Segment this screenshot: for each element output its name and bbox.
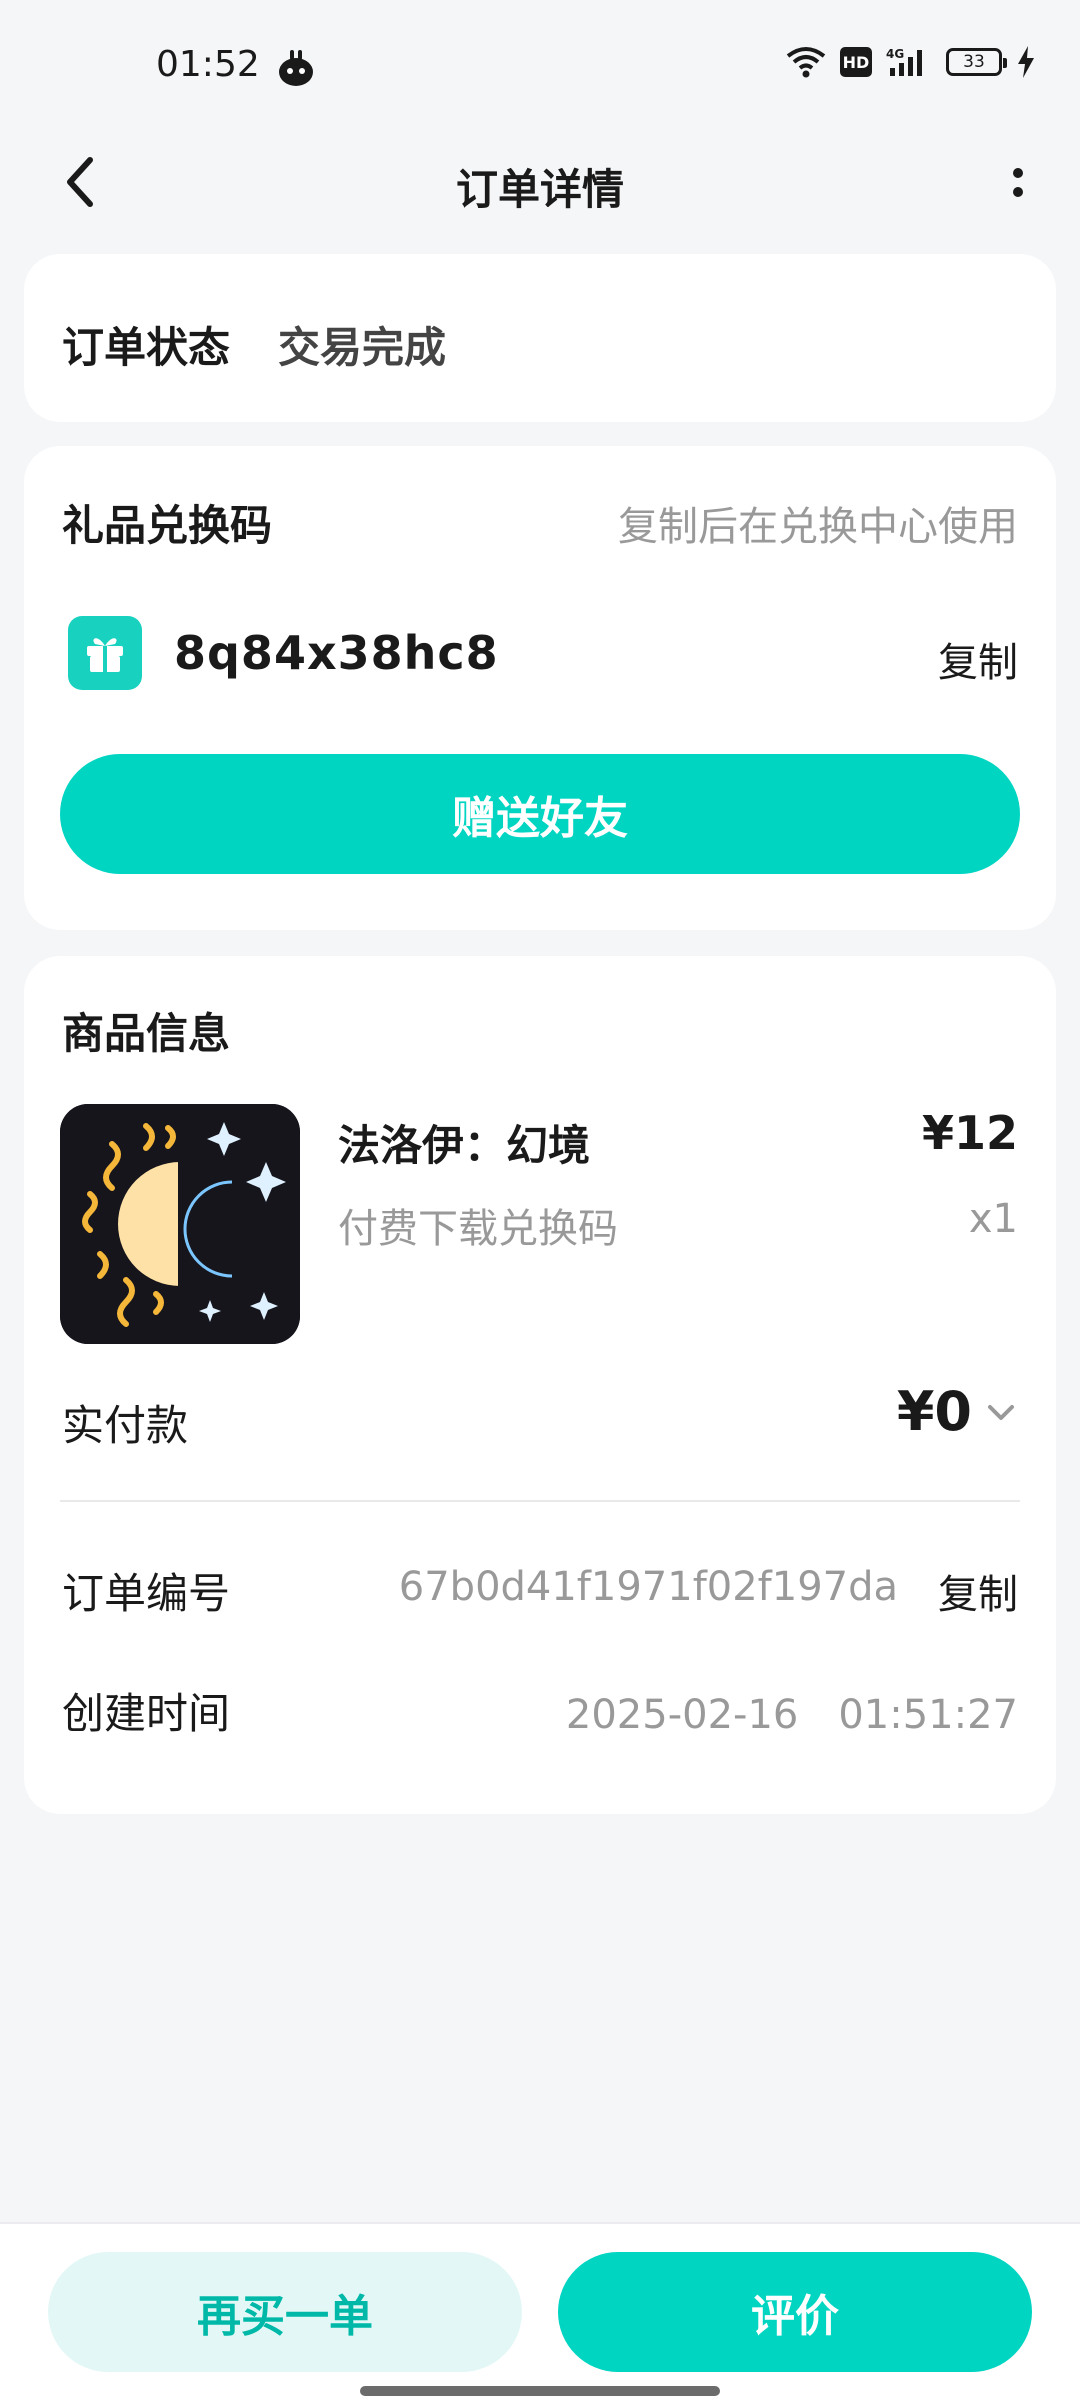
order-detail-screen: 01:52 HD 4G 33 订单详情 订单状态 交易完成 礼品兑换码 复制后在… [0, 0, 1080, 2400]
battery-level: 33 [963, 52, 985, 72]
notification-app-icon [279, 50, 313, 86]
hd-icon: HD [840, 47, 872, 77]
page-title: 订单详情 [455, 165, 624, 214]
section-divider [60, 1500, 1020, 1502]
review-button[interactable]: 评价 [558, 2252, 1032, 2372]
order-number-value: 67b0d41f1971f02f197da [398, 1564, 898, 1610]
paid-amount-value: ¥0 [896, 1380, 972, 1443]
order-status-label: 订单状态 [62, 323, 231, 372]
nav-bar: 订单详情 [0, 130, 1080, 234]
product-name[interactable]: 法洛伊：幻境 [338, 1112, 590, 1173]
home-indicator[interactable] [360, 2386, 720, 2396]
status-icons: HD 4G 33 [786, 46, 1036, 78]
more-menu-button[interactable] [986, 150, 1050, 214]
gift-to-friend-button[interactable]: 赠送好友 [60, 754, 1020, 874]
gift-code-value: 8q84x38hc8 [174, 626, 499, 680]
bottom-action-bar: 再买一单 评价 [0, 2222, 1080, 2400]
order-status-card: 订单状态 交易完成 [24, 254, 1056, 422]
paid-amount-toggle[interactable]: ¥0 [897, 1380, 1018, 1443]
created-time-label: 创建时间 [62, 1689, 231, 1738]
sun-moon-artwork-icon [60, 1104, 300, 1344]
copy-order-number-button[interactable]: 复制 [938, 1562, 1018, 1620]
product-info-card: 商品信息 法洛伊：幻境 付费下载兑换码 ¥12 x1 实付款 ¥0 订单编号 6… [24, 956, 1056, 1814]
status-time: 01:52 [156, 44, 260, 85]
gift-code-title: 礼品兑换码 [62, 501, 273, 550]
svg-text:4G: 4G [886, 47, 904, 61]
paid-amount-label: 实付款 [62, 1401, 189, 1450]
product-price: ¥12 [921, 1106, 1018, 1160]
wifi-icon [786, 47, 826, 78]
status-bar: 01:52 HD 4G 33 [0, 0, 1080, 130]
copy-code-button[interactable]: 复制 [938, 630, 1018, 688]
more-dot-icon [1013, 186, 1023, 197]
charging-icon [1018, 46, 1034, 78]
more-dot-icon [1013, 167, 1023, 178]
chevron-down-icon [988, 1404, 1014, 1420]
order-number-label: 订单编号 [62, 1569, 231, 1618]
buy-again-button[interactable]: 再买一单 [48, 2252, 522, 2372]
product-description: 付费下载兑换码 [338, 1206, 618, 1252]
created-time-value: 2025-02-16 01:51:27 [565, 1692, 1018, 1738]
signal-4g-icon: 4G [886, 47, 922, 76]
gift-code-card: 礼品兑换码 复制后在兑换中心使用 8q84x38hc8 复制 赠送好友 [24, 446, 1056, 930]
product-section-title: 商品信息 [62, 1009, 231, 1058]
order-status-value: 交易完成 [278, 323, 447, 372]
product-thumbnail[interactable] [60, 1104, 300, 1344]
gift-icon [68, 616, 142, 690]
product-quantity: x1 [968, 1196, 1018, 1242]
gift-code-hint: 复制后在兑换中心使用 [618, 504, 1018, 550]
battery-icon: 33 [946, 48, 1007, 76]
